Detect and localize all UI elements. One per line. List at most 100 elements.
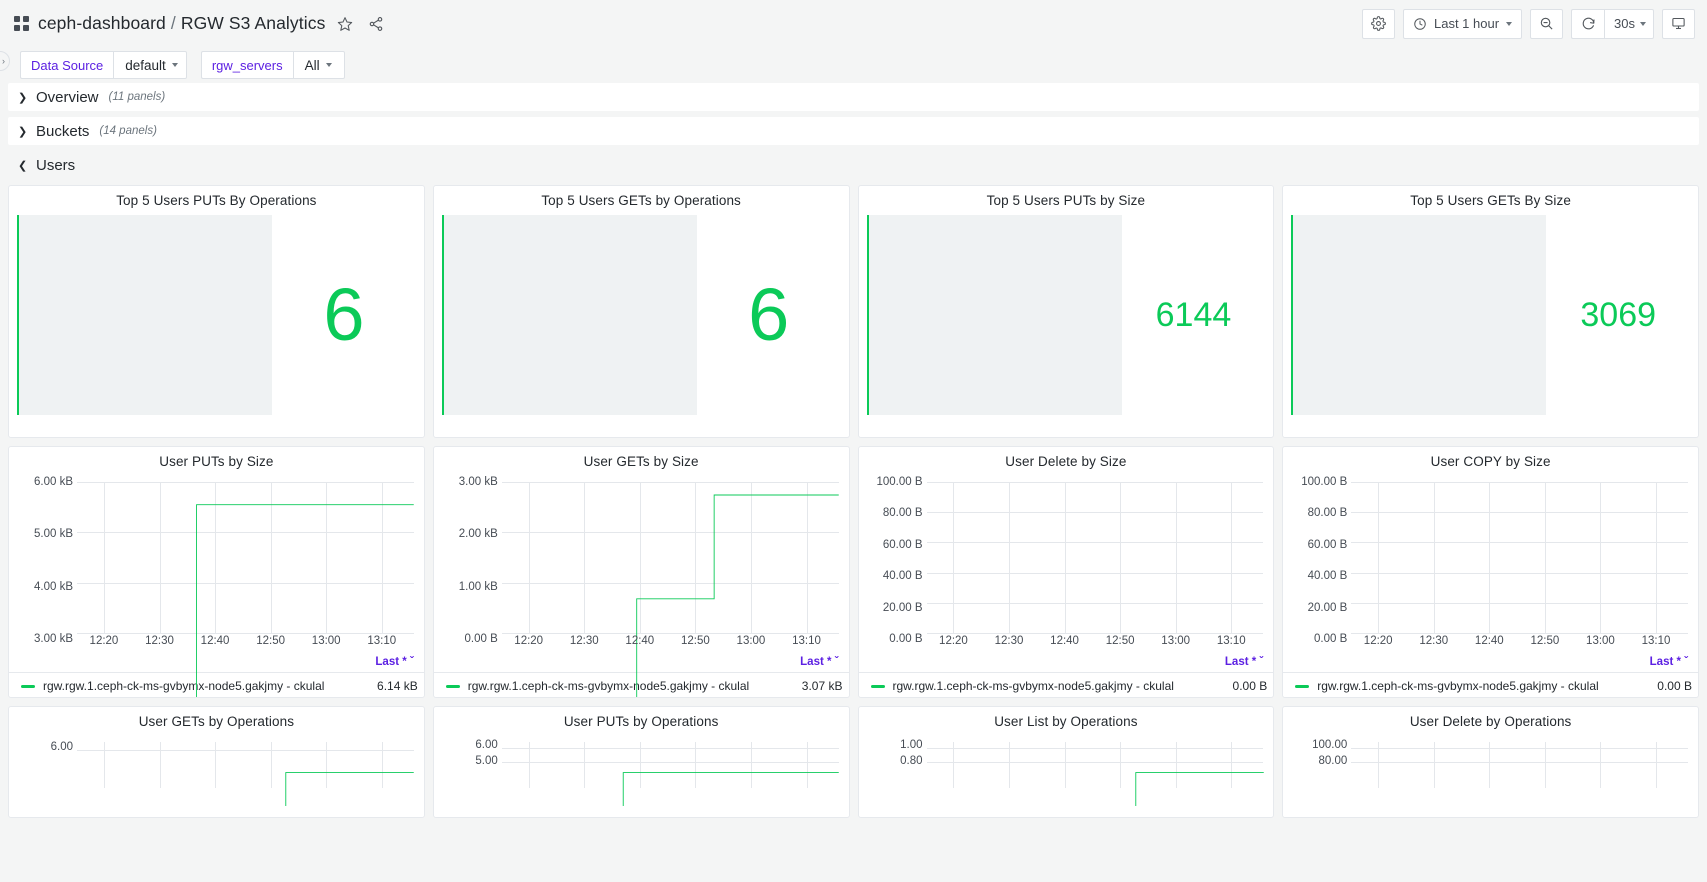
series-line <box>502 742 839 806</box>
panel-title: User List by Operations <box>994 714 1138 729</box>
y-tick-label: 100.00 B <box>1301 476 1348 488</box>
stat-body: 3069 <box>1283 211 1698 425</box>
dashboard-settings-button[interactable] <box>1361 8 1395 39</box>
breadcrumb-current[interactable]: RGW S3 Analytics <box>181 13 326 34</box>
timeseries-panel[interactable]: User COPY by Size 0.00 B 20.00 B 40.00 B 60.… <box>1282 446 1699 698</box>
stat-value: 6144 <box>1155 296 1232 334</box>
x-tick-label: 12:50 <box>1105 635 1135 647</box>
zoom-out-time-range-button[interactable] <box>1530 8 1564 39</box>
stat-panel[interactable]: Top 5 Users PUTs by Size 6144 <box>857 185 1275 438</box>
refresh-dashboard-button[interactable] <box>1571 8 1605 39</box>
x-tick-label: 13:10 <box>792 635 821 647</box>
refresh-interval-select[interactable]: 30s <box>1604 8 1654 39</box>
legend-color-swatch[interactable] <box>21 684 35 688</box>
y-tick-label: 3.00 kB <box>34 633 73 645</box>
kiosk-mode-button[interactable] <box>1662 8 1695 39</box>
chevron-right-icon: ❯ <box>18 91 28 104</box>
x-tick-label: 12:50 <box>256 635 286 647</box>
timeseries-panel[interactable]: User Delete by Operations 100.00 80.00 <box>1282 706 1699 818</box>
y-tick-label: 80.00 B <box>882 507 923 520</box>
chevron-down-icon: ❮ <box>18 159 28 172</box>
variable-rgw-servers: rgw_servers All <box>200 51 345 79</box>
panel-title: User GETs by Size <box>583 454 699 469</box>
stat-body: 6144 <box>859 211 1274 425</box>
stat-panel[interactable]: Top 5 Users GETs by Operations 6 <box>432 185 850 438</box>
row-title: Buckets <box>36 122 90 140</box>
y-tick-label: 6.00 <box>50 741 73 754</box>
y-tick-label: 6.00 <box>475 739 498 752</box>
timeseries-panel[interactable]: User List by Operations 1.00 0.80 <box>857 706 1275 818</box>
x-tick-label: 13:00 <box>1586 635 1615 647</box>
legend-color-swatch[interactable] <box>445 684 460 688</box>
variable-rgw-servers-select[interactable]: All <box>292 51 345 79</box>
x-axis: 12:20 12:30 12:40 12:50 13:00 13:10 <box>927 635 1264 651</box>
dashboard-canvas: ❯ Overview (11 panels) ❯ Buckets (14 pan… <box>0 83 1707 818</box>
y-tick-label: 20.00 B <box>882 601 923 614</box>
plot-area[interactable]: 6.00 5.00 <box>440 736 843 806</box>
timeseries-panel[interactable]: User GETs by Size 0.00 B 1.00 kB 2.00 kB 3.0… <box>432 446 850 698</box>
stat-panel[interactable]: Top 5 Users PUTs By Operations 6 <box>8 185 425 438</box>
timeseries-panel[interactable]: User GETs by Operations 6.00 <box>8 706 425 818</box>
y-axis: 0.00 B 20.00 B 40.00 B 60.00 B 80.00 B 100.00… <box>865 476 923 645</box>
time-range-picker[interactable]: Last 1 hour <box>1402 8 1523 39</box>
dashboards-grid-icon[interactable] <box>14 16 29 31</box>
refresh-icon <box>1582 17 1595 30</box>
series-line <box>77 742 414 806</box>
series-line <box>927 482 1264 698</box>
x-axis: 12:20 12:30 12:40 12:50 13:00 13:10 <box>1351 635 1688 651</box>
y-tick-label: 100.00 <box>1312 739 1348 752</box>
x-tick-label: 12:50 <box>1530 635 1560 647</box>
variable-rgw-servers-label: rgw_servers <box>200 51 293 79</box>
series-line <box>927 742 1264 806</box>
row-header-buckets[interactable]: ❯ Buckets (14 panels) <box>8 117 1699 145</box>
star-icon[interactable] <box>334 13 356 35</box>
variable-datasource: Data Source default <box>20 51 187 79</box>
row-title: Users <box>36 156 76 174</box>
stat-body: 6 <box>9 211 424 425</box>
y-tick-label: 0.00 B <box>1314 633 1348 645</box>
x-tick-label: 13:10 <box>1216 635 1246 647</box>
y-tick-label: 3.00 kB <box>458 476 498 488</box>
plot-area[interactable]: 0.00 B 20.00 B 40.00 B 60.00 B 80.00 B 100.00… <box>865 476 1268 651</box>
y-axis: 3.00 kB 4.00 kB 5.00 kB 6.00 kB <box>15 476 73 645</box>
plot-area[interactable]: 1.00 0.80 <box>865 736 1268 806</box>
variable-datasource-select[interactable]: default <box>113 51 187 79</box>
plot-area[interactable]: 0.00 B 20.00 B 40.00 B 60.00 B 80.00 B 100.00… <box>1289 476 1692 651</box>
sparkline-area <box>441 215 697 415</box>
stat-body: 6 <box>434 211 849 425</box>
breadcrumb-root[interactable]: ceph-dashboard <box>38 13 166 34</box>
row-header-users[interactable]: ❮ Users <box>8 151 1699 179</box>
stat-value: 3069 <box>1580 296 1657 334</box>
series-line <box>77 482 414 698</box>
x-tick-label: 12:40 <box>625 635 655 647</box>
plot-canvas <box>1351 482 1688 634</box>
x-tick-label: 13:10 <box>367 635 397 647</box>
timeseries-panel-row-2: User GETs by Operations 6.00 User PUTs by … <box>8 706 1699 818</box>
plot-area[interactable]: 0.00 B 1.00 kB 2.00 kB 3.00 kB 12:20 12:30 12:… <box>440 476 843 651</box>
plot-area[interactable]: 3.00 kB 4.00 kB 5.00 kB 6.00 kB 12:20 12:30 12… <box>15 476 418 651</box>
y-tick-label: 60.00 B <box>1307 538 1348 551</box>
stat-value-wrap: 3069 <box>1546 215 1690 415</box>
legend-color-swatch[interactable] <box>870 684 885 688</box>
plot-area[interactable]: 100.00 80.00 <box>1289 736 1692 806</box>
stat-panel[interactable]: Top 5 Users GETs By Size 3069 <box>1282 185 1699 438</box>
y-axis: 1.00 0.80 <box>865 736 922 788</box>
clock-icon <box>1414 17 1426 30</box>
x-tick-label: 12:20 <box>939 635 968 647</box>
sidebar-expand-toggle[interactable]: › <box>0 51 10 71</box>
plot-area[interactable]: 6.00 <box>15 736 418 806</box>
share-icon[interactable] <box>365 13 387 35</box>
timeseries-panel[interactable]: User PUTs by Operations 6.00 5.00 <box>432 706 850 818</box>
timeseries-panel[interactable]: User PUTs by Size 3.00 kB 4.00 kB 5.00 kB 6.… <box>8 446 425 698</box>
x-tick-label: 12:40 <box>1474 635 1504 647</box>
sparkline-area <box>1291 215 1547 415</box>
legend-color-swatch[interactable] <box>1295 684 1310 688</box>
plot-canvas <box>501 482 839 633</box>
y-tick-label: 4.00 kB <box>34 580 73 593</box>
row-title: Overview <box>36 88 99 106</box>
variable-rgw-servers-value: All <box>304 57 320 73</box>
row-header-overview[interactable]: ❯ Overview (11 panels) <box>8 83 1699 111</box>
chevron-down-icon <box>325 63 332 67</box>
x-tick-label: 13:00 <box>736 635 766 647</box>
timeseries-panel[interactable]: User Delete by Size 0.00 B 20.00 B 40.00 B 6… <box>857 446 1275 698</box>
